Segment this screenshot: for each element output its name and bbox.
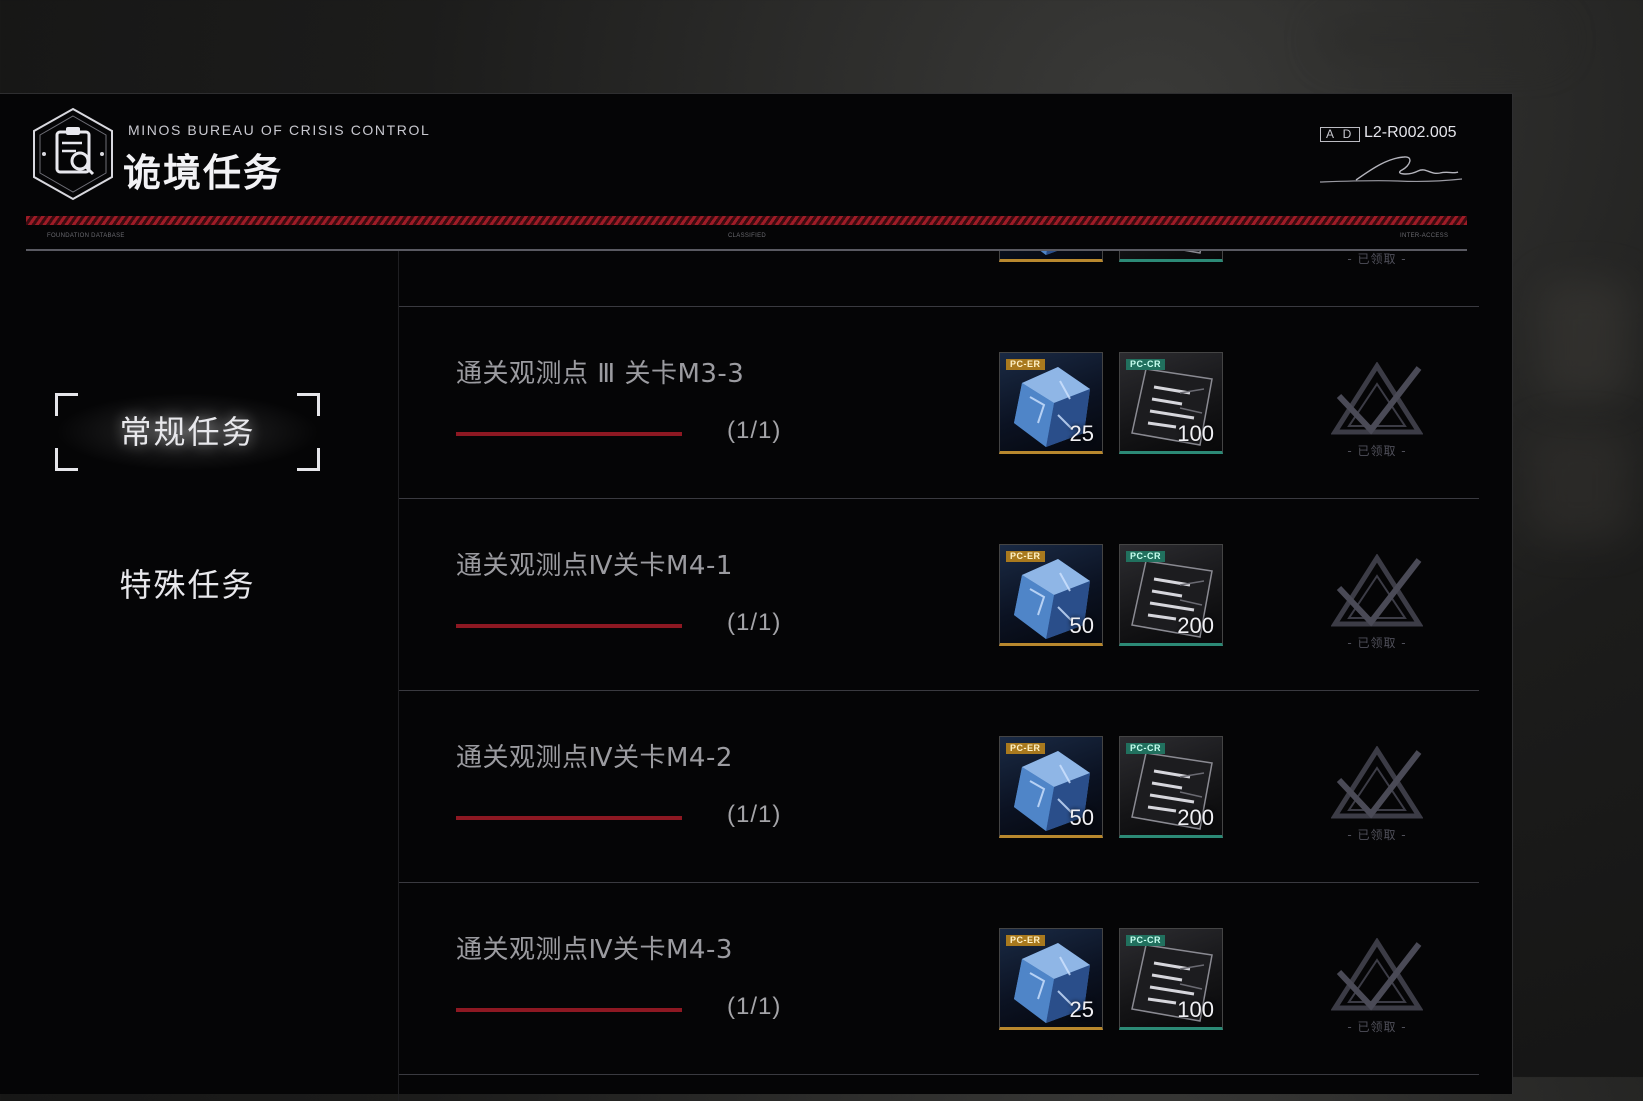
quest-progress-fill xyxy=(456,624,682,628)
panel-header: MINOS BUREAU OF CRISIS CONTROL 诡境任务 A D … xyxy=(0,94,1512,251)
claimed-check-icon xyxy=(1331,554,1423,627)
claimed-status: - 已领取 - xyxy=(1347,1020,1407,1034)
reward-item-crystal[interactable]: PC-ER 25 xyxy=(999,352,1103,454)
page-title: 诡境任务 xyxy=(123,150,284,195)
reward-item-document[interactable]: PC-CR 200 xyxy=(1119,544,1223,646)
quest-progress-fill xyxy=(456,1008,682,1012)
org-name: MINOS BUREAU OF CRISIS CONTROL xyxy=(128,122,431,138)
quest-row: 通关观测点Ⅳ关卡M4-2 (1/1) PC-ER 50 PC-CR 200 - … xyxy=(399,691,1479,883)
reward-item-document[interactable]: PC-CR 100 xyxy=(1119,928,1223,1030)
reward-tag: PC-ER xyxy=(1006,359,1045,370)
strip-label-center: CLASSIFIED xyxy=(728,233,767,239)
claimed-check-icon xyxy=(1331,938,1423,1011)
reward-tag: PC-ER xyxy=(1006,935,1045,946)
quest-list-viewport[interactable]: (1/1) PC-ER PC-CR - xyxy=(398,251,1479,1101)
background-scenery xyxy=(1540,280,1630,400)
quest-progress-count: (1/1) xyxy=(727,801,782,828)
claimed-status: - 已领取 - xyxy=(1347,828,1407,842)
reward-tag: PC-ER xyxy=(1006,551,1045,562)
claimed-status: - 已领取 - xyxy=(1347,252,1407,266)
quest-row: (1/1) PC-ER PC-CR - xyxy=(399,251,1479,307)
quest-title: 通关观测点Ⅳ关卡M4-3 xyxy=(456,935,733,965)
quest-progress-fill xyxy=(456,432,682,436)
quest-title: 通关观测点Ⅳ关卡M4-1 xyxy=(456,551,733,581)
reward-quantity: 25 xyxy=(1069,421,1094,446)
quest-progress-bar xyxy=(456,624,682,628)
quest-row: 通关观测点Ⅳ关卡M4-1 (1/1) PC-ER 50 PC-CR 200 - … xyxy=(399,499,1479,691)
reward-quantity: 200 xyxy=(1177,613,1214,638)
selection-bracket xyxy=(297,448,320,471)
reward-quantity: 100 xyxy=(1177,421,1214,446)
reward-item-crystal[interactable]: PC-ER xyxy=(999,251,1103,262)
doc-id: L2-R002.005 xyxy=(1364,124,1457,141)
quest-row: 通关观测点Ⅳ关卡M4-3 (1/1) PC-ER 25 PC-CR 100 - … xyxy=(399,883,1479,1075)
strip-label-left: FOUNDATION DATABASE xyxy=(47,233,125,239)
reward-tag: PC-CR xyxy=(1126,359,1165,370)
reward-tag: PC-CR xyxy=(1126,551,1165,562)
background-scenery xyxy=(1530,430,1630,540)
doc-tag: A D xyxy=(1320,127,1361,142)
tab-special-quests[interactable]: 特殊任务 xyxy=(55,546,320,624)
reward-quantity: 50 xyxy=(1069,805,1094,830)
tab-regular-quests[interactable]: 常规任务 xyxy=(55,393,320,471)
sidebar: 常规任务 特殊任务 xyxy=(0,251,398,1101)
reward-tag: PC-CR xyxy=(1126,743,1165,754)
quest-title: 通关观测点Ⅳ关卡M4-2 xyxy=(456,743,733,773)
claimed-status: - 已领取 - xyxy=(1347,444,1407,458)
selection-bracket xyxy=(55,393,78,416)
reward-item-crystal[interactable]: PC-ER 25 xyxy=(999,928,1103,1030)
background-scenery xyxy=(1320,20,1560,60)
reward-item-crystal[interactable]: PC-ER 50 xyxy=(999,544,1103,646)
reward-item-document[interactable]: PC-CR 200 xyxy=(1119,736,1223,838)
hazard-stripe xyxy=(26,216,1467,225)
signature xyxy=(1319,156,1463,183)
quest-progress-count: (1/1) xyxy=(727,993,782,1020)
crystal-icon xyxy=(1040,251,1057,255)
selection-bracket xyxy=(297,393,320,416)
quest-progress-count: (1/1) xyxy=(727,417,782,444)
reward-item-crystal[interactable]: PC-ER 50 xyxy=(999,736,1103,838)
quest-progress-fill xyxy=(456,816,682,820)
selection-bracket xyxy=(55,448,78,471)
tab-label: 特殊任务 xyxy=(119,566,256,604)
quest-progress-count: (1/1) xyxy=(727,609,782,636)
document-icon xyxy=(1184,251,1202,254)
claimed-check-icon xyxy=(1331,746,1423,819)
bureau-logo-icon xyxy=(33,107,113,201)
quest-title: 通关观测点 Ⅲ 关卡M3-3 xyxy=(456,359,745,389)
quest-progress-bar xyxy=(456,1008,682,1012)
tab-label: 常规任务 xyxy=(119,413,256,451)
quest-row: 通关观测点 Ⅲ 关卡M3-3 (1/1) PC-ER 25 PC-CR 100 … xyxy=(399,307,1479,499)
strip-label-right: INTER-ACCESS xyxy=(1400,233,1449,239)
reward-quantity: 50 xyxy=(1069,613,1094,638)
reward-quantity: 200 xyxy=(1177,805,1214,830)
claimed-check-icon xyxy=(1331,362,1423,435)
claimed-status: - 已领取 - xyxy=(1347,636,1407,650)
reward-tag: PC-ER xyxy=(1006,743,1045,754)
quest-list: (1/1) PC-ER PC-CR - xyxy=(399,251,1479,1075)
reward-item-document[interactable]: PC-CR xyxy=(1119,251,1223,262)
quest-panel: MINOS BUREAU OF CRISIS CONTROL 诡境任务 A D … xyxy=(0,93,1513,1101)
reward-quantity: 100 xyxy=(1177,997,1214,1022)
reward-tag: PC-CR xyxy=(1126,935,1165,946)
quest-progress-count: (1/1) xyxy=(727,251,781,253)
reward-quantity: 25 xyxy=(1069,997,1094,1022)
quest-progress-bar xyxy=(456,432,682,436)
reward-item-document[interactable]: PC-CR 100 xyxy=(1119,352,1223,454)
quest-progress-bar xyxy=(456,816,682,820)
